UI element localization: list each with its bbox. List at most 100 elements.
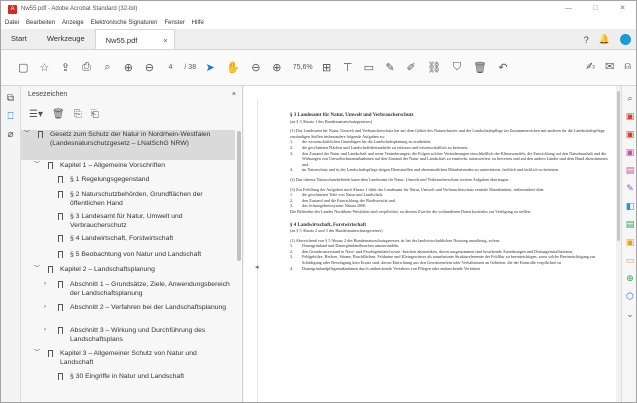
stamp-icon[interactable]: ⛉ [452,61,462,74]
options-icon[interactable]: ☰▾ [29,109,43,120]
scan-icon[interactable]: ▤ [622,219,636,230]
title-bar: A Nw55.pdf - Adobe Acrobat Standard (32-… [1,1,636,17]
expand-chevron-icon[interactable]: ﹀ [34,265,40,274]
bookmark-item[interactable]: › Abschnitt 1 – Grundsätze, Ziele, Anwend… [21,280,235,300]
organize-pages-icon[interactable]: ▤ [622,165,636,176]
bookmark-item[interactable]: ﹀ Kapitel 1 – Allgemeine Vorschriften [21,161,235,173]
bookmark-icon [38,131,43,138]
page-down-icon[interactable]: ⊖ [144,61,154,74]
avatar[interactable] [620,34,631,45]
menu-hilfe[interactable]: Hilfe [192,20,204,26]
bookmark-label: § 1 Regelungsgegenstand [70,176,150,183]
menu-signaturen[interactable]: Elektronische Signaturen [91,20,158,26]
bookmark-item[interactable]: § 30 Eingriffe in Natur und Landschaft [21,372,235,384]
expand-chevron-icon[interactable]: › [44,280,46,289]
bookmark-icon [48,266,53,273]
send-comments-icon[interactable]: ◧ [622,201,636,212]
new-bookmark-icon[interactable]: ⎘ [74,109,82,120]
zoom-in-icon[interactable]: ⊕ [272,61,282,74]
help-icon[interactable]: ? [584,35,589,45]
minimize-button[interactable]: — [555,1,582,17]
search-icon[interactable]: ⌕ [102,61,112,74]
expand-chevron-icon[interactable]: ﹀ [34,161,40,170]
maximize-button[interactable]: □ [582,1,609,17]
menu-datei[interactable]: Datei [5,20,19,26]
bookmark-icon [48,162,53,169]
highlight-icon[interactable]: ✐ [406,61,416,74]
tab-bar: Start Werkzeuge Nw55.pdf × ? 🔔 [1,29,636,50]
tab-start[interactable]: Start [1,28,37,49]
bookmark-item[interactable]: ﹀ Kapitel 3 – Allgemeiner Schutz von Natu… [21,349,235,369]
bookmark-icon [58,213,63,220]
fit-page-icon[interactable]: ⊞ [322,61,332,74]
undo-icon[interactable]: ↶ [498,61,508,74]
document-view: § 3 Landesamt für Natur, Umwelt und Verb… [244,86,616,402]
bookmark-label: § 5 Beobachtung von Natur und Landschaft [70,251,202,258]
bookmark-item[interactable]: ﹀ Gesetz zum Schutz der Natur in Nordrhei… [21,130,235,160]
share-icon[interactable]: ⍝ [624,60,631,73]
bookmark-label: § 2 Naturschutzbehörden, Grundflächen de… [70,191,203,208]
close-tab-icon[interactable]: × [163,30,167,51]
protect-icon[interactable]: ⬡ [622,291,636,302]
page-up-icon[interactable]: ⊕ [123,61,133,74]
bookmark-star-icon[interactable]: ☆ [39,61,49,74]
more-tools-icon[interactable]: ⌄ [622,309,636,320]
create-icon[interactable]: ▢ [18,61,28,74]
select-cursor-icon[interactable]: ➤ [205,61,215,74]
mail-icon[interactable]: ✉ [605,60,614,73]
page-number-input[interactable]: 4 [165,64,175,71]
expand-bookmark-icon[interactable]: ⎗ [91,109,99,120]
compare-icon[interactable]: ⊕ [622,273,636,284]
bookmark-item[interactable]: § 4 Landwirtschaft, Forstwirtschaft [21,234,235,246]
expand-chevron-icon[interactable]: › [44,303,46,312]
close-panel-icon[interactable]: × [232,91,236,98]
attachments-icon[interactable]: ⌀ [1,129,20,140]
create-pdf-icon[interactable]: ▣ [622,129,636,140]
list-number: 4. [290,265,294,271]
edit-pdf-icon[interactable]: ▣ [622,147,636,158]
pen-icon[interactable]: ✎ [385,61,395,74]
delete-bookmark-icon[interactable]: 🗑 [52,109,65,120]
sign-icon[interactable]: ✍ [586,60,595,73]
bell-icon[interactable]: 🔔 [599,34,610,45]
zoom-level[interactable]: 75,6% [293,64,313,71]
link-icon[interactable]: ⛓ [427,61,441,74]
expand-chevron-icon[interactable]: › [44,326,46,335]
document-scroll-thumb[interactable] [617,91,620,241]
close-window-button[interactable]: ✕ [609,1,636,17]
tab-tools[interactable]: Werkzeuge [37,28,95,49]
bookmark-item[interactable]: › Abschnitt 2 – Verfahren bei der Landsch… [21,303,235,323]
menu-fenster[interactable]: Fenster [164,20,184,26]
fill-sign-icon[interactable]: ✎ [622,183,636,194]
expand-chevron-icon[interactable]: ﹀ [34,349,40,358]
delete-icon[interactable]: 🗑 [473,61,487,74]
hand-icon[interactable]: ✋ [226,61,240,74]
comment-icon[interactable]: ▭ [364,61,374,74]
bookmark-item[interactable]: › Abschnitt 3 – Wirkung und Durchführung … [21,326,235,346]
page-thumbnails-icon[interactable]: ⧉ [1,93,20,104]
tab-document[interactable]: Nw55.pdf × [94,29,175,51]
menu-bearbeiten[interactable]: Bearbeiten [26,20,55,26]
bookmark-item[interactable]: § 5 Beobachtung von Natur und Landschaft [21,250,235,262]
bookmarks-panel-icon[interactable]: ⎕ [1,111,20,122]
collapse-panel-icon[interactable]: ◂ [255,263,259,271]
bookmark-icon [58,327,63,334]
bookmark-item[interactable]: § 2 Naturschutzbehörden, Grundflächen de… [21,190,235,210]
bookmark-item[interactable]: § 1 Regelungsgegenstand [21,175,235,187]
expand-chevron-icon[interactable]: ﹀ [24,130,30,139]
tab-document-label: Nw55.pdf [105,36,138,45]
bookmark-item[interactable]: § 3 Landesamt für Natur, Umwelt und Verb… [21,212,235,232]
print-icon[interactable]: ⎙ [81,61,91,74]
comment-tool-icon[interactable]: ▭ [622,255,636,266]
bookmark-item[interactable]: ﹀ Kapitel 2 – Landschaftsplanung [21,265,235,277]
list-number: 3. [290,150,294,156]
zoom-out-icon[interactable]: ⊖ [251,61,261,74]
combine-icon[interactable]: ▣ [622,237,636,248]
bookmarks-scrollbar[interactable] [237,131,241,261]
list-item: 3. Feldgehölze, Hecken, Säume, Brachfläch… [290,254,614,265]
scroll-mode-icon[interactable]: ⊤ [343,61,353,74]
menu-anzeige[interactable]: Anzeige [62,20,84,26]
search-tool-icon[interactable]: ⌕ [622,93,636,104]
upload-icon[interactable]: ⇪ [60,61,70,74]
export-pdf-icon[interactable]: ▣ [622,111,636,122]
